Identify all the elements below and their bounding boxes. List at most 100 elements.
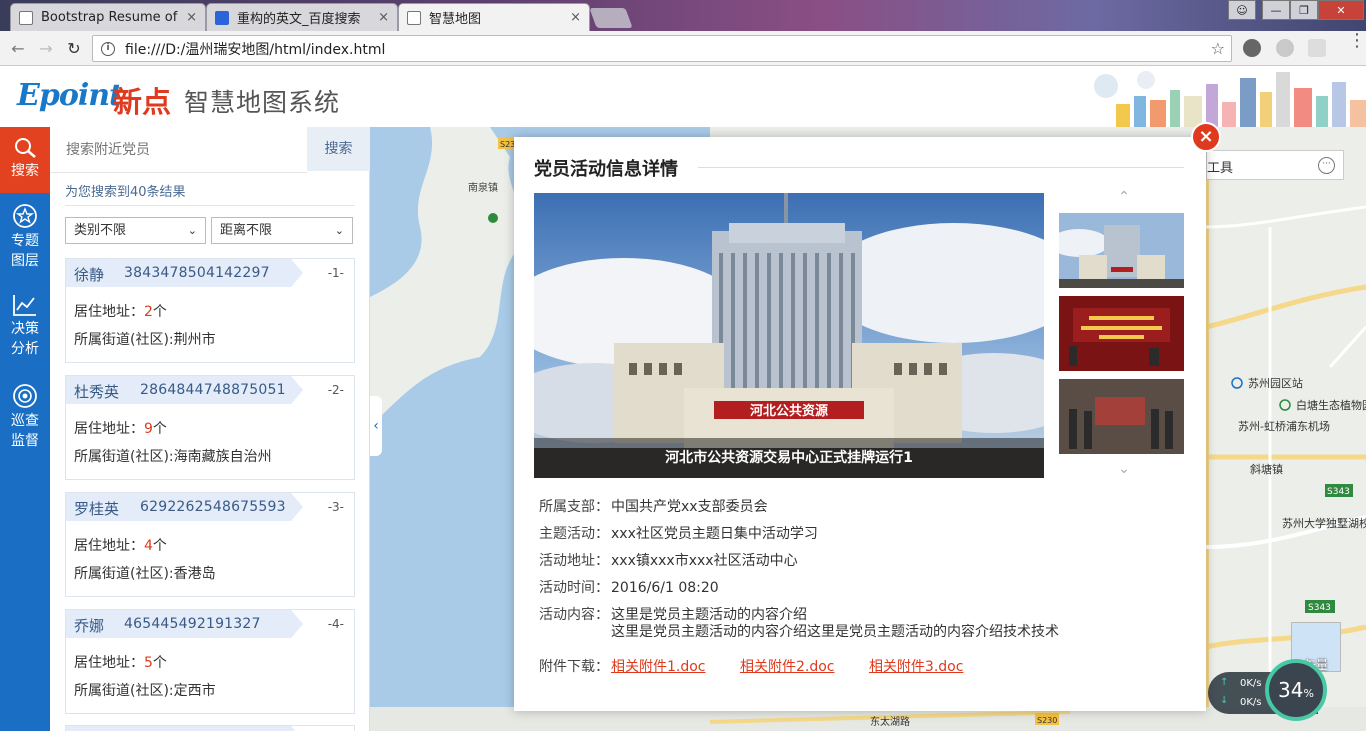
map-label: 苏州-虹桥浦东机场	[1238, 419, 1330, 433]
main-photo[interactable]: 河北公共资源 河北市公共资源交易中心正式挂牌运行1	[534, 193, 1044, 478]
system-title: 智慧地图系统	[184, 88, 341, 117]
nav-decision-analysis[interactable]: 决策分析	[0, 293, 50, 359]
back-icon[interactable]: ←	[8, 39, 28, 59]
restore-icon[interactable]: ❐	[1290, 0, 1318, 20]
nav-label: 专题图层	[11, 233, 39, 269]
left-nav: 搜索 专题图层 决策分析 巡查监督	[0, 127, 50, 731]
member-name: 罗桂英	[74, 500, 120, 518]
road-code: S343	[1327, 487, 1350, 497]
download-speed: 0K/s	[1240, 697, 1262, 708]
attachment-link[interactable]: 相关附件1.doc	[611, 659, 706, 675]
result-card[interactable]: 罗桂英 6292262548675593 -3- 居住地址：4个 所属街道(社区…	[65, 492, 355, 597]
street-line: 所属街道(社区):香港岛	[74, 566, 216, 582]
percent-unit: %	[1303, 687, 1314, 700]
extension-icon[interactable]	[1276, 39, 1294, 57]
map-label: 苏州园区站	[1248, 376, 1303, 390]
search-button[interactable]: 搜索	[307, 127, 370, 171]
nav-label: 巡查监督	[11, 413, 39, 449]
result-card[interactable]	[65, 725, 355, 731]
info-icon[interactable]: i	[101, 41, 115, 56]
address-line: 居住地址：4个	[74, 538, 167, 554]
address-line: 居住地址：5个	[74, 655, 167, 671]
url-text: file:///D:/温州瑞安地图/html/index.html	[125, 41, 386, 58]
attachment-link[interactable]: 相关附件2.doc	[740, 659, 835, 675]
result-index: -3-	[327, 500, 344, 514]
member-phone: 2864844748875051	[140, 382, 286, 398]
category-select[interactable]: 类别不限 ⌄	[65, 217, 206, 244]
new-tab-button[interactable]	[589, 8, 633, 28]
upload-speed: 0K/s	[1240, 678, 1262, 689]
result-card[interactable]: 徐静 3843478504142297 -1- 居住地址：2个 所属街道(社区)…	[65, 258, 355, 363]
field-branch: 所属支部： 中国共产党xx支部委员会	[539, 499, 768, 515]
eye-circle-icon	[13, 384, 37, 408]
minimize-icon[interactable]: —	[1262, 0, 1290, 20]
thumbnail-3[interactable]	[1059, 379, 1184, 454]
nav-label: 决策分析	[11, 321, 39, 357]
nav-inspection[interactable]: 巡查监督	[0, 383, 50, 451]
logo-epoint: Epoint	[17, 78, 123, 113]
poi-icon	[488, 213, 498, 223]
url-field[interactable]: i file:///D:/温州瑞安地图/html/index.html ☆	[92, 35, 1232, 62]
browser-tab-baidu[interactable]: 重构的英文_百度搜索 ×	[206, 3, 398, 31]
collapse-panel-button[interactable]: ‹	[370, 396, 382, 456]
map-tools[interactable]: 工具 ···	[1206, 150, 1344, 180]
extension-icon[interactable]	[1243, 39, 1261, 57]
member-phone: 465445492191327	[124, 616, 261, 632]
card-header: 徐静 3843478504142297	[66, 259, 303, 287]
distance-select[interactable]: 距离不限 ⌄	[211, 217, 353, 244]
browser-tabbar: Bootstrap Resume of c × 重构的英文_百度搜索 × 智慧地…	[0, 0, 1366, 31]
chevron-down-icon: ⌄	[187, 224, 197, 237]
forward-icon[interactable]: →	[36, 39, 56, 59]
browser-tab-map[interactable]: 智慧地图 ×	[398, 3, 590, 31]
thumbnail-image	[1059, 296, 1184, 371]
menu-icon[interactable]: ⋮	[1348, 32, 1366, 50]
tab-title: Bootstrap Resume of c	[41, 10, 181, 25]
logo-xindian: 新点	[113, 85, 172, 119]
reload-icon[interactable]: ↻	[64, 39, 84, 59]
category-select-value: 类别不限	[74, 223, 127, 238]
building-sign: 河北公共资源	[750, 403, 828, 419]
browser-tab-resume[interactable]: Bootstrap Resume of c ×	[10, 3, 206, 31]
performance-ring[interactable]: 34%	[1265, 659, 1327, 721]
app-header: Epoint 新点 智慧地图系统	[0, 66, 1366, 127]
card-header: 罗桂英 6292262548675593	[66, 493, 303, 521]
more-icon[interactable]: ···	[1318, 157, 1335, 174]
page-icon	[19, 10, 33, 25]
modal-title: 党员活动信息详情	[534, 159, 678, 180]
close-tab-icon[interactable]: ×	[378, 10, 389, 25]
nav-topic-layers[interactable]: 专题图层	[0, 203, 50, 271]
attachment-link[interactable]: 相关附件3.doc	[869, 659, 964, 675]
photo-caption: 河北市公共资源交易中心正式挂牌运行1	[534, 438, 1044, 478]
shield-icon[interactable]	[1308, 39, 1326, 57]
chevron-down-icon[interactable]: ⌄	[1109, 461, 1139, 477]
address-line: 居住地址：9个	[74, 421, 167, 437]
card-header	[66, 726, 303, 731]
map-label: 南泉镇	[468, 181, 498, 194]
title-divider	[698, 167, 1184, 168]
thumbnail-1[interactable]	[1059, 213, 1184, 288]
nav-label: 搜索	[11, 163, 39, 179]
window-close-icon[interactable]: ✕	[1318, 0, 1364, 20]
modal-close-button[interactable]: ×	[1191, 122, 1221, 152]
thumbnail-2[interactable]	[1059, 296, 1184, 371]
result-card[interactable]: 乔娜 465445492191327 -4- 居住地址：5个 所属街道(社区):…	[65, 609, 355, 714]
nav-search[interactable]: 搜索	[0, 127, 50, 193]
search-icon	[15, 138, 36, 158]
field-time: 活动时间： 2016/6/1 08:20	[539, 580, 719, 596]
chevron-up-icon[interactable]: ⌃	[1109, 189, 1139, 205]
map-label: 白塘生态植物园	[1296, 398, 1366, 412]
divider	[65, 205, 355, 206]
map-label: 东太湖路	[870, 715, 910, 728]
close-tab-icon[interactable]: ×	[570, 10, 581, 25]
street-line: 所属街道(社区):荆州市	[74, 332, 216, 348]
star-circle-icon	[13, 204, 37, 228]
user-icon[interactable]: ☺	[1228, 0, 1256, 20]
result-index: -2-	[327, 383, 344, 397]
result-count: 为您搜索到40条结果	[65, 185, 186, 200]
result-index: -1-	[327, 266, 344, 280]
bookmark-star-icon[interactable]: ☆	[1211, 39, 1225, 58]
result-card[interactable]: 杜秀英 2864844748875051 -2- 居住地址：9个 所属街道(社区…	[65, 375, 355, 480]
close-tab-icon[interactable]: ×	[186, 10, 197, 25]
address-bar: ← → ↻ i file:///D:/温州瑞安地图/html/index.htm…	[0, 31, 1366, 66]
search-input[interactable]	[50, 127, 307, 173]
